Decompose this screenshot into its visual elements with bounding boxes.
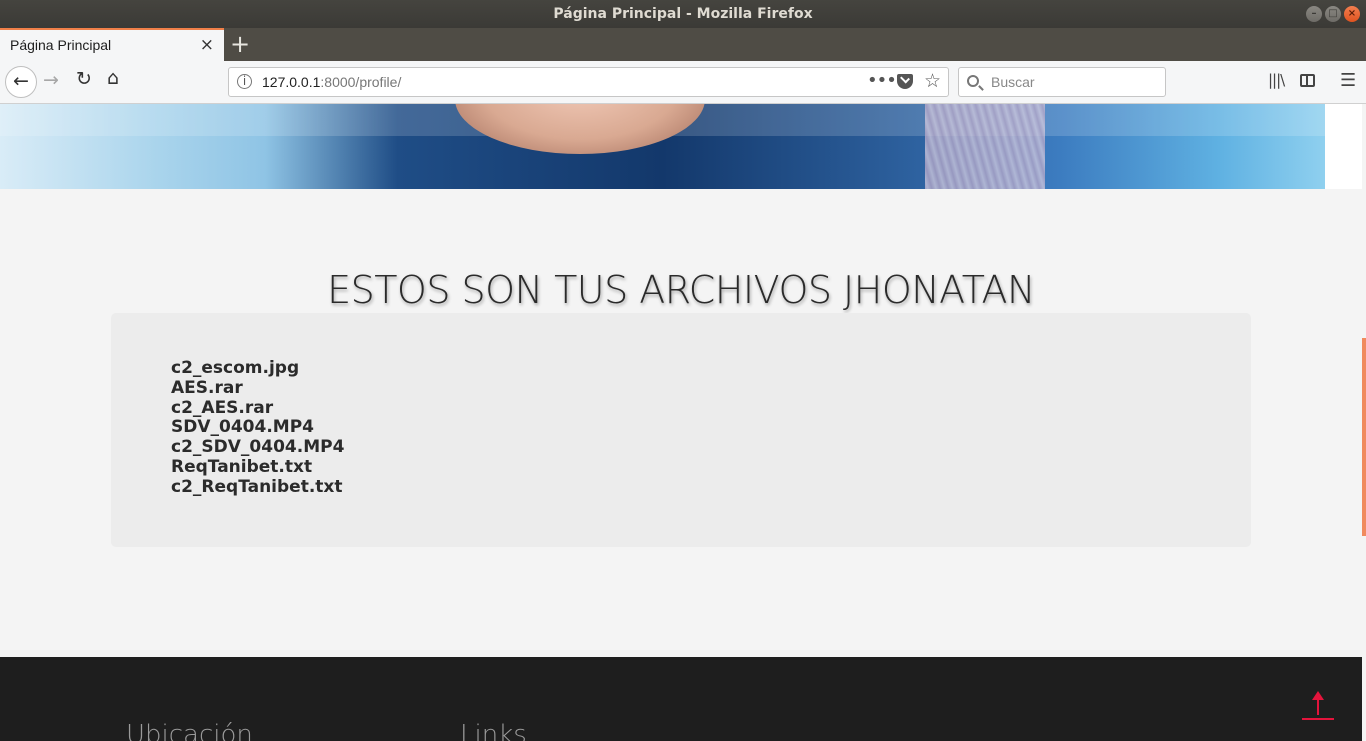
search-icon bbox=[967, 75, 979, 87]
page-actions-icon[interactable]: ••• bbox=[867, 70, 897, 91]
search-bar[interactable]: Buscar bbox=[958, 67, 1166, 97]
files-card: c2_escom.jpg AES.rar c2_AES.rar SDV_0404… bbox=[111, 313, 1251, 547]
file-item[interactable]: c2_AES.rar bbox=[171, 398, 344, 419]
close-tab-icon[interactable]: × bbox=[200, 35, 214, 55]
hero-banner-image bbox=[0, 104, 1325, 189]
hero-hand-shape bbox=[455, 104, 705, 154]
site-info-icon[interactable]: i bbox=[237, 74, 252, 89]
home-button[interactable]: ⌂ bbox=[107, 67, 119, 89]
page-viewport: ESTOS SON TUS ARCHIVOS JHONATAN c2_escom… bbox=[0, 104, 1366, 741]
arrow-up-shaft bbox=[1317, 693, 1319, 715]
file-list: c2_escom.jpg AES.rar c2_AES.rar SDV_0404… bbox=[171, 358, 344, 498]
tab-label: Página Principal bbox=[10, 37, 112, 53]
new-tab-button[interactable]: + bbox=[230, 30, 250, 58]
page-title: ESTOS SON TUS ARCHIVOS JHONATAN bbox=[327, 268, 1035, 312]
file-item[interactable]: SDV_0404.MP4 bbox=[171, 418, 344, 438]
back-button[interactable]: ← bbox=[5, 66, 37, 98]
library-icon[interactable]: |||\ bbox=[1268, 71, 1285, 89]
file-item[interactable]: ReqTanibet.txt bbox=[171, 457, 344, 478]
maximize-button[interactable]: □ bbox=[1325, 6, 1341, 22]
url-host: 127.0.0.1 bbox=[262, 74, 321, 90]
forward-button[interactable]: → bbox=[43, 69, 59, 91]
hero-edge bbox=[1325, 104, 1366, 189]
home-icon: ⌂ bbox=[107, 67, 120, 89]
bookmark-star-icon[interactable]: ☆ bbox=[924, 70, 941, 92]
url-bar[interactable]: i 127.0.0.1:8000/profile/ ••• ☆ bbox=[228, 67, 949, 97]
file-item[interactable]: c2_escom.jpg bbox=[171, 358, 344, 379]
footer-heading-ubicacion: Ubicación bbox=[126, 720, 253, 741]
arrow-up-base bbox=[1302, 718, 1334, 720]
window-title: Página Principal - Mozilla Firefox bbox=[553, 6, 813, 22]
arrow-right-icon: → bbox=[43, 69, 59, 91]
navigation-toolbar: ← → ↻ ⌂ i 127.0.0.1:8000/profile/ ••• ☆ … bbox=[0, 61, 1366, 104]
search-placeholder: Buscar bbox=[991, 74, 1035, 90]
page-scrollbar-thumb[interactable] bbox=[1362, 338, 1366, 536]
pocket-icon[interactable] bbox=[897, 74, 913, 89]
url-path: :8000/profile/ bbox=[320, 74, 402, 90]
window-controls: – □ × bbox=[1306, 6, 1360, 22]
footer: Ubicación Links bbox=[0, 657, 1362, 741]
minimize-button[interactable]: – bbox=[1306, 6, 1322, 22]
reload-icon: ↻ bbox=[76, 68, 92, 90]
file-item[interactable]: c2_SDV_0404.MP4 bbox=[171, 437, 344, 458]
footer-heading-links: Links bbox=[460, 720, 527, 741]
hero-shirt-shape bbox=[925, 104, 1045, 189]
reload-button[interactable]: ↻ bbox=[76, 68, 92, 90]
hamburger-menu-icon[interactable]: ☰ bbox=[1340, 70, 1356, 91]
arrow-left-icon: ← bbox=[13, 70, 29, 92]
url-text[interactable]: 127.0.0.1:8000/profile/ bbox=[262, 74, 401, 90]
tab-bar: Página Principal × + bbox=[0, 28, 1366, 61]
file-item[interactable]: AES.rar bbox=[171, 378, 344, 399]
back-to-top-button[interactable] bbox=[1302, 689, 1334, 721]
window-titlebar: Página Principal - Mozilla Firefox – □ × bbox=[0, 0, 1366, 28]
tab-pagina-principal[interactable]: Página Principal × bbox=[0, 28, 224, 61]
sidebar-toggle-icon[interactable] bbox=[1300, 74, 1315, 87]
close-window-button[interactable]: × bbox=[1344, 6, 1360, 22]
file-item[interactable]: c2_ReqTanibet.txt bbox=[171, 477, 344, 498]
